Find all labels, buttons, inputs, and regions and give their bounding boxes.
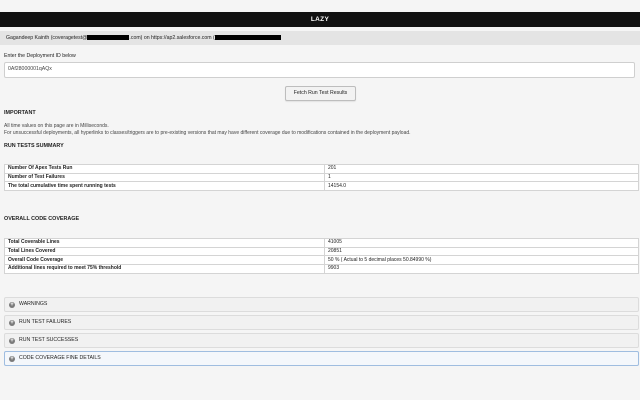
redacted-org-id xyxy=(214,35,281,41)
section-run-test-failures[interactable]: + RUN TEST FAILURES xyxy=(4,315,639,330)
plus-circle-icon: + xyxy=(9,355,15,362)
row-value: 201 xyxy=(324,164,639,174)
row-label: Total Lines Covered xyxy=(4,246,325,257)
section-warnings[interactable]: + WARNINGS xyxy=(4,297,639,312)
deployment-id-input[interactable]: 0Af28000001qAQx xyxy=(4,62,635,78)
app-title: LAZY xyxy=(310,16,330,23)
row-value: 41005 xyxy=(324,238,639,248)
app-title-bar: LAZY xyxy=(0,12,640,27)
important-line-1: All time values on this page are in Mill… xyxy=(4,123,109,129)
plus-circle-icon: + xyxy=(9,301,15,308)
row-value: 20851 xyxy=(324,246,639,257)
section-run-test-successes[interactable]: + RUN TEST SUCCESSES xyxy=(4,333,639,348)
table-row: Total Lines Covered 20851 xyxy=(4,246,639,257)
row-value: 50 % ( Actual to 5 decimal places 50.849… xyxy=(324,255,639,266)
table-row: Number of Test Failures 1 xyxy=(4,172,639,183)
fetch-results-button[interactable]: Fetch Run Test Results xyxy=(285,86,356,101)
user-info-prefix: Gagandeep Kainth (coveragetest@ xyxy=(6,35,88,41)
plus-circle-icon: + xyxy=(9,337,15,344)
run-summary-heading: RUN TESTS SUMMARY xyxy=(4,143,64,149)
section-code-coverage-fine-details[interactable]: + CODE COVERAGE FINE DETAILS xyxy=(4,351,639,366)
section-label: CODE COVERAGE FINE DETAILS xyxy=(19,355,101,361)
section-label: RUN TEST SUCCESSES xyxy=(19,337,79,343)
row-value: 1 xyxy=(324,172,639,183)
user-info-bar: Gagandeep Kainth (coveragetest@ .com) on … xyxy=(0,31,640,45)
table-row: Total Coverable Lines 41005 xyxy=(4,238,639,248)
row-value: 9903 xyxy=(324,264,639,274)
table-row: Additional lines required to meet 75% th… xyxy=(4,264,639,274)
important-heading: IMPORTANT xyxy=(4,110,36,116)
section-label: WARNINGS xyxy=(19,301,48,307)
row-label: Total Coverable Lines xyxy=(4,238,325,248)
row-label: Additional lines required to meet 75% th… xyxy=(4,264,325,274)
user-info: Gagandeep Kainth (coveragetest@ .com) on … xyxy=(6,31,281,45)
row-label: The total cumulative time spent running … xyxy=(4,181,325,192)
plus-circle-icon: + xyxy=(9,319,15,326)
important-line-2: For unsuccessful deployments, all hyperl… xyxy=(4,130,411,136)
section-label: RUN TEST FAILURES xyxy=(19,319,72,325)
row-value: 14154.0 xyxy=(324,181,639,192)
table-row: Overall Code Coverage 50 % ( Actual to 5… xyxy=(4,255,639,266)
row-label: Number Of Apex Tests Run xyxy=(4,164,325,174)
table-row: The total cumulative time spent running … xyxy=(4,181,639,192)
coverage-heading: OVERALL CODE COVERAGE xyxy=(4,216,80,222)
redacted-email xyxy=(87,35,130,41)
user-info-middle: .com) on https://ap2.salesforce.com ( xyxy=(129,35,215,41)
table-row: Number Of Apex Tests Run 201 xyxy=(4,164,639,174)
deployment-id-label: Enter the Deployment ID below xyxy=(4,53,76,59)
run-summary-table: Number Of Apex Tests Run 201 Number of T… xyxy=(4,164,639,192)
row-label: Number of Test Failures xyxy=(4,172,325,183)
coverage-table: Total Coverable Lines 41005 Total Lines … xyxy=(4,238,639,274)
row-label: Overall Code Coverage xyxy=(4,255,325,266)
